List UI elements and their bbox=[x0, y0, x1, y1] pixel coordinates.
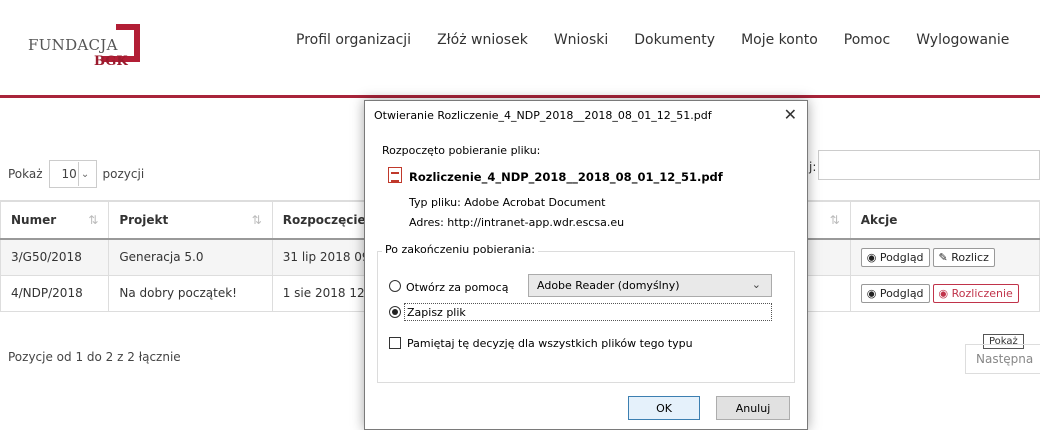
next-page-button[interactable]: Następna bbox=[965, 344, 1040, 374]
file-name: Rozliczenie_4_NDP_2018__2018_08_01_12_51… bbox=[409, 170, 723, 184]
cell-project: Generacja 5.0 bbox=[108, 238, 273, 276]
table-info: Pozycje od 1 do 2 z 2 łącznie bbox=[8, 350, 181, 364]
nav-item-profile[interactable]: Profil organizacji bbox=[296, 32, 411, 48]
pdf-file-icon bbox=[388, 167, 402, 183]
eye-icon: ◉ bbox=[938, 286, 949, 300]
file-type: Typ pliku: Adobe Acrobat Document bbox=[409, 196, 606, 209]
ok-button[interactable]: OK bbox=[628, 396, 700, 420]
preview-button[interactable]: ◉ Podgląd bbox=[860, 247, 930, 267]
nav-item-apply[interactable]: Złóż wniosek bbox=[437, 32, 528, 48]
remember-checkbox[interactable] bbox=[389, 337, 401, 349]
chevron-down-icon: ⌄ bbox=[751, 278, 761, 291]
eye-icon: ◉ bbox=[866, 250, 877, 264]
cell-number: 3/G50/2018 bbox=[0, 238, 110, 276]
page-size-select[interactable]: 10 ⌄ bbox=[48, 160, 97, 188]
close-icon[interactable]: ✕ bbox=[784, 105, 797, 124]
show-label: Pokaż bbox=[8, 167, 43, 181]
download-dialog: Otwieranie Rozliczenie_4_NDP_2018__2018_… bbox=[364, 100, 808, 430]
save-file-label[interactable]: Zapisz plik bbox=[404, 303, 772, 321]
header-divider bbox=[0, 95, 1040, 98]
preview-button[interactable]: ◉ Podgląd bbox=[860, 283, 930, 303]
cell-actions: ◉ Podgląd ◉ Rozliczenie bbox=[849, 274, 1040, 312]
file-address: Adres: http://intranet-app.wdr.escsa.eu bbox=[409, 216, 625, 229]
download-started-text: Rozpoczęto pobieranie pliku: bbox=[382, 144, 541, 157]
nav-item-account[interactable]: Moje konto bbox=[741, 32, 818, 48]
nav-item-help[interactable]: Pomoc bbox=[844, 32, 890, 48]
sort-icon: ⇅ bbox=[88, 213, 99, 227]
sort-icon: ⇅ bbox=[251, 213, 262, 227]
cell-number: 4/NDP/2018 bbox=[0, 274, 110, 312]
open-with-select[interactable]: Adobe Reader (domyślny) ⌄ bbox=[528, 274, 772, 297]
col-header-project[interactable]: Projekt ⇅ bbox=[108, 200, 273, 240]
open-with-value: Adobe Reader (domyślny) bbox=[537, 279, 680, 292]
settlement-button[interactable]: ◉ Rozliczenie bbox=[932, 283, 1019, 303]
page-size-value: 10 bbox=[61, 167, 77, 181]
search-input[interactable] bbox=[818, 150, 1040, 180]
nav-item-applications[interactable]: Wnioski bbox=[554, 32, 608, 48]
brand-subname: BGK bbox=[94, 54, 128, 69]
remember-label[interactable]: Pamiętaj tę decyzję dla wszystkich plikó… bbox=[407, 337, 693, 350]
open-with-radio[interactable] bbox=[389, 280, 401, 292]
cancel-button[interactable]: Anuluj bbox=[716, 396, 790, 420]
settle-button[interactable]: ✎ Rozlicz bbox=[932, 247, 995, 267]
nav-item-documents[interactable]: Dokumenty bbox=[634, 32, 715, 48]
main-nav: Profil organizacji Złóż wniosek Wnioski … bbox=[296, 32, 1035, 48]
group-legend: Po zakończeniu pobierania: bbox=[382, 243, 539, 256]
col-header-actions: Akcje bbox=[849, 200, 1040, 240]
save-file-radio[interactable] bbox=[389, 306, 401, 318]
sort-icon: ⇅ bbox=[829, 213, 840, 227]
open-with-label[interactable]: Otwórz za pomocą bbox=[406, 281, 508, 294]
show-suffix: pozycji bbox=[102, 167, 145, 181]
brand-name: FUNDACJA bbox=[28, 36, 118, 54]
pencil-icon: ✎ bbox=[938, 250, 948, 264]
nav-item-logout[interactable]: Wylogowanie bbox=[916, 32, 1009, 48]
search-label: j: bbox=[809, 160, 817, 174]
brand-logo[interactable]: FUNDACJA BGK bbox=[28, 14, 140, 72]
cell-project: Na dobry początek! bbox=[108, 274, 273, 312]
page-size-control: Pokaż 10 ⌄ pozycji bbox=[8, 160, 144, 188]
eye-icon: ◉ bbox=[866, 286, 877, 300]
dialog-title: Otwieranie Rozliczenie_4_NDP_2018__2018_… bbox=[374, 109, 712, 122]
cell-actions: ◉ Podgląd ✎ Rozlicz bbox=[849, 238, 1040, 276]
col-header-number[interactable]: Numer ⇅ bbox=[0, 200, 110, 240]
chevron-down-icon: ⌄ bbox=[77, 162, 92, 186]
